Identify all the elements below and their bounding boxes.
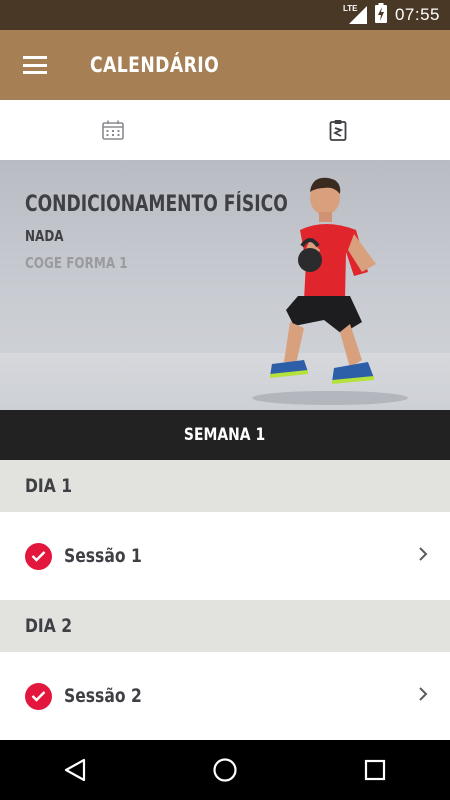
recents-button[interactable] (345, 740, 405, 800)
home-button[interactable] (195, 740, 255, 800)
day-header: DIA 2 (0, 600, 450, 652)
session-row[interactable]: Sessão 1 (0, 512, 450, 600)
chevron-right-icon (419, 547, 428, 561)
week-label: SEMANA 1 (184, 425, 266, 445)
athlete-squat-image (252, 177, 408, 405)
hamburger-menu-icon (23, 56, 47, 74)
system-nav-bar (0, 740, 450, 800)
tab-plan[interactable] (225, 100, 450, 160)
home-icon (213, 758, 237, 782)
session-label: Sessão 2 (64, 685, 142, 707)
menu-button[interactable] (0, 30, 70, 100)
day-label: DIA 2 (25, 615, 73, 637)
signal-icon: LTE (342, 4, 367, 24)
chevron-right-icon (419, 687, 428, 701)
session-row[interactable]: Sessão 2 (0, 652, 450, 740)
page-title: CALENDÁRIO (90, 53, 220, 77)
status-bar: LTE 07:55 (0, 0, 450, 30)
calendar-icon (101, 120, 124, 140)
tab-bar (0, 100, 450, 160)
tab-calendar[interactable] (0, 100, 225, 160)
day-label: DIA 1 (25, 475, 73, 497)
check-icon (25, 682, 52, 710)
app-bar: CALENDÁRIO (0, 30, 450, 100)
clock: 07:55 (394, 5, 440, 24)
clipboard-plan-icon (329, 120, 346, 141)
back-button[interactable] (45, 740, 105, 800)
day-header: DIA 1 (0, 460, 450, 512)
program-title: CONDICIONAMENTO FÍSICO (25, 192, 288, 217)
recents-icon (364, 759, 386, 781)
check-icon (25, 542, 52, 570)
back-icon (64, 758, 86, 782)
program-hero-banner: CONDICIONAMENTO FÍSICO NADA COGE FORMA 1 (0, 160, 450, 410)
session-label: Sessão 1 (64, 545, 142, 567)
battery-charging-icon (374, 2, 387, 28)
network-type: LTE (342, 4, 358, 13)
week-header: SEMANA 1 (0, 410, 450, 460)
